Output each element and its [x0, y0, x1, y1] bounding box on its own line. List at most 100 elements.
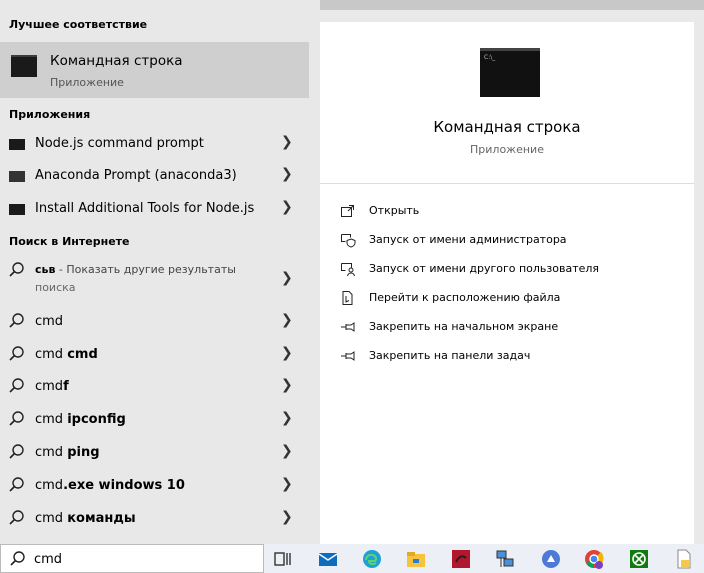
search-icon: [9, 477, 24, 492]
admin-shield-icon: [341, 234, 356, 248]
action-open[interactable]: Открыть: [340, 201, 680, 225]
web-suggestion-prefix: cmd: [35, 478, 64, 493]
chevron-right-icon[interactable]: ❯: [281, 509, 293, 525]
web-suggestion-prefix: cmd: [35, 445, 68, 460]
search-icon: [9, 411, 24, 426]
web-suggestion[interactable]: cmd.exe windows 10 ❯: [0, 471, 309, 501]
divider: [320, 183, 694, 184]
search-icon: [9, 378, 24, 393]
search-icon: [9, 510, 24, 525]
taskbar-search-box[interactable]: [0, 544, 264, 573]
file-explorer-icon[interactable]: [405, 548, 427, 570]
web-suggestion-label: cmd ping: [35, 445, 100, 460]
taskbar: [0, 544, 704, 573]
terminal-icon: [9, 204, 25, 215]
web-suggestion-prefix: cmd: [35, 511, 68, 526]
web-suggestion-label: cmd: [35, 314, 63, 329]
chevron-right-icon[interactable]: ❯: [281, 166, 293, 182]
web-suggestion-label: cmdf: [35, 379, 69, 394]
web-suggestion-label: cmd.exe windows 10: [35, 478, 185, 493]
web-suggestion[interactable]: cmd ipconfig ❯: [0, 405, 309, 435]
web-suggestion-bold: .exe windows 10: [63, 478, 185, 493]
search-icon: [9, 444, 24, 459]
command-prompt-icon: [11, 55, 37, 77]
web-suggestion[interactable]: cmd ping ❯: [0, 438, 309, 468]
search-results-panel: Лучшее соответствие Командная строка При…: [0, 0, 320, 544]
search-icon: [9, 313, 24, 328]
action-label: Запуск от имени другого пользователя: [369, 262, 600, 275]
web-suggestion-prefix: cmd: [35, 379, 64, 394]
app-item-nodejs-tools[interactable]: Install Additional Tools for Node.js ❯: [0, 194, 309, 224]
action-label: Открыть: [369, 204, 420, 217]
app-item-label: Anaconda Prompt (anaconda3): [35, 168, 237, 183]
chevron-right-icon[interactable]: ❯: [281, 312, 293, 328]
xbox-icon[interactable]: [628, 548, 650, 570]
terminal-icon: [9, 139, 25, 150]
web-suggestion-bold: ping: [67, 445, 100, 460]
file-location-icon: [342, 291, 353, 305]
chrome-icon[interactable]: [583, 548, 605, 570]
web-suggestion[interactable]: cmdf ❯: [0, 372, 309, 402]
search-input[interactable]: [34, 549, 254, 569]
app-item-nodejs-prompt[interactable]: Node.js command prompt ❯: [0, 129, 309, 159]
preview-title: Командная строка: [433, 118, 581, 136]
web-suggestion-label: cmd команды: [35, 511, 136, 526]
web-suggestion-first[interactable]: сьв - Показать другие результаты поиска …: [0, 256, 309, 302]
app-item-anaconda-prompt[interactable]: Anaconda Prompt (anaconda3) ❯: [0, 161, 309, 191]
web-search-header: Поиск в Интернете: [9, 235, 130, 248]
action-label: Закрепить на начальном экране: [369, 320, 559, 333]
action-open-file-location[interactable]: Перейти к расположению файла: [340, 288, 680, 312]
best-match-title: Командная строка: [50, 53, 183, 69]
search-icon: [9, 262, 24, 277]
preview-subtitle: Приложение: [470, 143, 544, 156]
action-label: Закрепить на панели задач: [369, 349, 531, 362]
web-suggestion-bold: cmd: [67, 347, 98, 362]
edge-icon[interactable]: [361, 548, 383, 570]
web-suggestion-label: cmd ipconfig: [35, 412, 126, 427]
web-suggestion-bold: f: [63, 379, 69, 394]
web-suggestion-rest: - Показать другие результаты: [55, 263, 236, 276]
app-icon[interactable]: [540, 548, 562, 570]
web-suggestion-bold: сьв: [35, 263, 56, 276]
web-suggestion-prefix: cmd: [35, 314, 64, 329]
web-suggestion-prefix: cmd: [35, 347, 68, 362]
action-pin-taskbar[interactable]: Закрепить на панели задач: [340, 346, 680, 370]
chevron-right-icon[interactable]: ❯: [281, 377, 293, 393]
pin-icon: [341, 351, 355, 361]
file-icon[interactable]: [673, 548, 695, 570]
action-run-as-other-user[interactable]: Запуск от имени другого пользователя: [340, 259, 680, 283]
best-match-header: Лучшее соответствие: [9, 18, 148, 31]
action-run-as-admin[interactable]: Запуск от имени администратора: [340, 230, 680, 254]
chevron-right-icon[interactable]: ❯: [281, 476, 293, 492]
web-suggestion[interactable]: cmd команды ❯: [0, 504, 309, 534]
apps-header: Приложения: [9, 108, 91, 121]
web-suggestion[interactable]: cmd ❯: [0, 307, 309, 337]
action-pin-start[interactable]: Закрепить на начальном экране: [340, 317, 680, 341]
web-suggestion-bold: команды: [67, 511, 136, 526]
app-item-label: Node.js command prompt: [35, 136, 204, 151]
web-suggestion-label: сьв - Показать другие результаты: [35, 263, 236, 276]
mail-icon[interactable]: [317, 548, 339, 570]
best-match-subtitle: Приложение: [50, 76, 124, 89]
network-icon[interactable]: [494, 548, 516, 570]
search-icon: [10, 551, 25, 566]
chevron-right-icon[interactable]: ❯: [281, 199, 293, 215]
web-suggestion-prefix: cmd: [35, 412, 68, 427]
chevron-right-icon[interactable]: ❯: [281, 345, 293, 361]
web-suggestion-label: cmd cmd: [35, 347, 98, 362]
web-suggestion-sub: поиска: [35, 281, 76, 294]
web-suggestion[interactable]: cmd cmd ❯: [0, 340, 309, 370]
chevron-right-icon[interactable]: ❯: [281, 443, 293, 459]
chevron-right-icon[interactable]: ❯: [281, 134, 293, 150]
chevron-right-icon[interactable]: ❯: [281, 410, 293, 426]
action-label: Перейти к расположению файла: [369, 291, 561, 304]
pin-icon: [341, 322, 355, 332]
chevron-right-icon[interactable]: ❯: [281, 270, 293, 286]
command-prompt-icon: C:\_: [480, 48, 540, 97]
task-view-icon[interactable]: [272, 548, 294, 570]
action-label: Запуск от имени администратора: [369, 233, 567, 246]
search-icon: [9, 346, 24, 361]
app-item-label: Install Additional Tools for Node.js: [35, 201, 255, 216]
app-icon[interactable]: [450, 548, 472, 570]
best-match-item[interactable]: [0, 42, 309, 98]
